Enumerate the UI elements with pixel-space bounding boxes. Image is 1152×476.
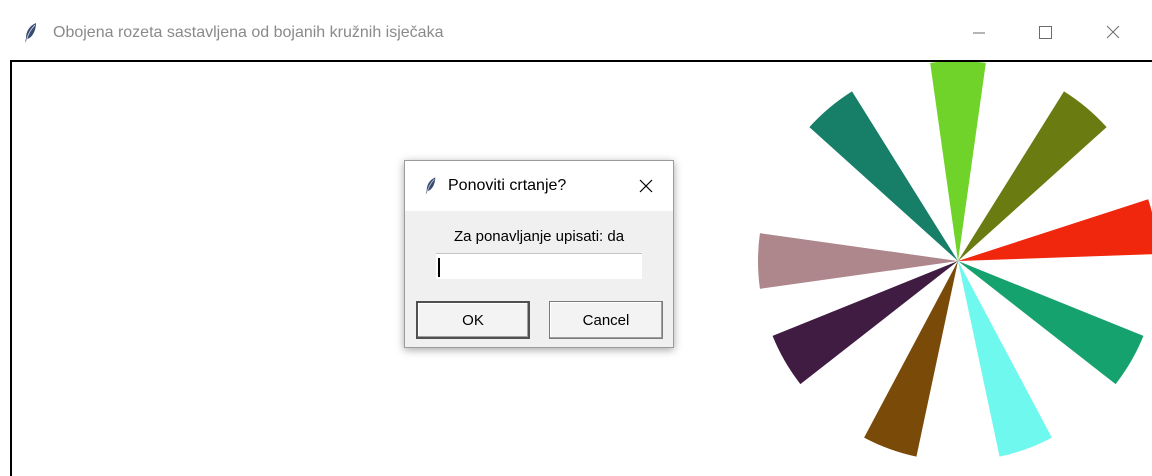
close-icon[interactable] <box>1090 14 1136 50</box>
maximize-icon[interactable] <box>1022 14 1068 50</box>
close-icon[interactable] <box>635 175 657 197</box>
text-caret <box>438 258 440 277</box>
dialog-prompt: Za ponavljanje upisati: da <box>453 228 625 245</box>
ok-button[interactable]: OK <box>416 301 530 339</box>
feather-icon <box>25 23 36 43</box>
feather-icon <box>425 177 436 195</box>
dialog-title: Ponoviti crtanje? <box>448 177 567 194</box>
window-title: Obojena rozeta sastavljena od bojanih kr… <box>53 24 444 41</box>
window-titlebar[interactable]: Obojena rozeta sastavljena od bojanih kr… <box>0 0 1152 60</box>
repeat-dialog: Ponoviti crtanje? Za ponavljanje upisati… <box>404 160 674 348</box>
dialog-titlebar[interactable]: Ponoviti crtanje? <box>405 161 673 211</box>
cancel-button[interactable]: Cancel <box>549 301 663 339</box>
minimize-icon[interactable] <box>956 14 1002 50</box>
main-window: Obojena rozeta sastavljena od bojanih kr… <box>0 0 1152 476</box>
answer-input[interactable] <box>436 253 642 279</box>
rosette-wedge-9 <box>809 91 958 261</box>
